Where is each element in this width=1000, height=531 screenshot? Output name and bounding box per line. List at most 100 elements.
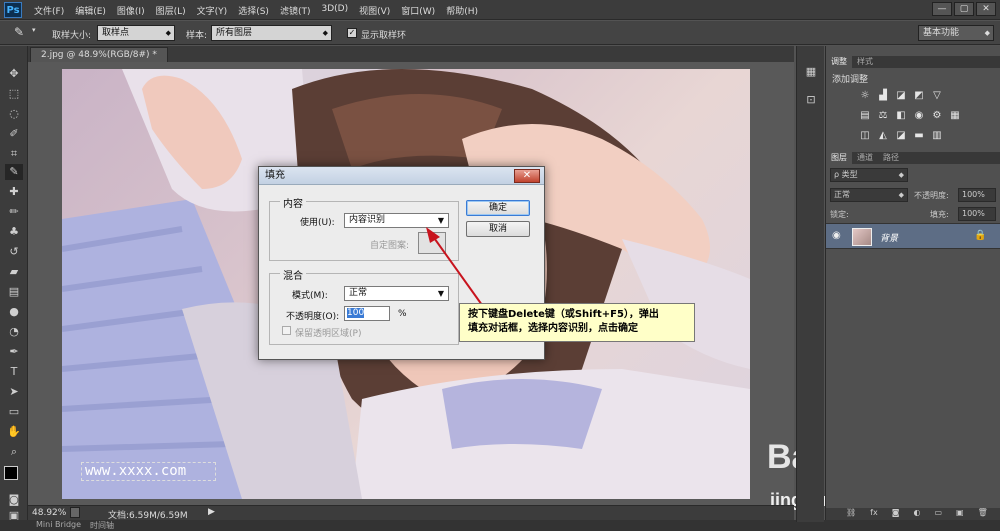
sample-select[interactable]: 所有图层 ◆ [211, 25, 332, 41]
clone-stamp-tool-icon[interactable]: ♣ [5, 224, 23, 240]
curves-icon[interactable]: ◪ [894, 90, 908, 102]
dodge-tool-icon[interactable]: ◔ [5, 324, 23, 340]
tab-paths[interactable]: 路径 [878, 152, 904, 164]
window-controls: — ▢ ✕ [932, 2, 996, 16]
workspace-select[interactable]: 基本功能 ◆ [918, 25, 994, 41]
gradient-map-icon[interactable]: ▥ [930, 130, 944, 142]
new-layer-icon[interactable]: ▣ [956, 508, 964, 520]
type-tool-icon[interactable]: T [5, 364, 23, 380]
tab-timeline[interactable]: 时间轴 [90, 520, 114, 531]
sample-label: 样本: [186, 31, 208, 41]
move-tool-icon[interactable]: ✥ [5, 66, 23, 82]
preserve-transparency-checkbox[interactable] [282, 326, 291, 335]
menu-image[interactable]: 图像(I) [117, 4, 145, 17]
eye-icon[interactable]: ◉ [832, 230, 841, 241]
layer-opacity-input[interactable]: 100% [958, 188, 996, 202]
menu-list: 文件(F) 编辑(E) 图像(I) 图层(L) 文字(Y) 选择(S) 滤镜(T… [34, 4, 478, 17]
menu-filter[interactable]: 滤镜(T) [280, 4, 311, 17]
document-tab-bar: 2.jpg @ 48.9%(RGB/8#) * [28, 46, 794, 62]
channel-mixer-icon[interactable]: ⚙ [930, 110, 944, 122]
healing-brush-tool-icon[interactable]: ✚ [5, 184, 23, 200]
minimize-button[interactable]: — [932, 2, 952, 16]
properties-panel-icon[interactable]: ⊡ [802, 92, 820, 108]
photo-filter-icon[interactable]: ◉ [912, 110, 926, 122]
tool-preset-chevron-icon[interactable]: ▾ [32, 26, 36, 34]
menu-file[interactable]: 文件(F) [34, 4, 64, 17]
posterize-icon[interactable]: ◭ [876, 130, 890, 142]
document-tab[interactable]: 2.jpg @ 48.9%(RGB/8#) * [30, 47, 168, 62]
lasso-tool-icon[interactable]: ◌ [5, 106, 23, 122]
selective-color-icon[interactable]: ▬ [912, 130, 926, 142]
menu-type[interactable]: 文字(Y) [197, 4, 228, 17]
layer-filter-select[interactable]: ρ 类型 ◆ [830, 168, 908, 182]
opacity-label: 不透明度(O): [286, 312, 340, 322]
brightness-icon[interactable]: ☼ [858, 90, 872, 102]
menu-3d[interactable]: 3D(D) [321, 4, 348, 17]
show-ring-checkbox[interactable]: ✓ [347, 28, 357, 38]
tab-layers[interactable]: 图层 [826, 152, 852, 164]
crop-tool-icon[interactable]: ⌗ [5, 146, 23, 162]
tab-adjustments[interactable]: 调整 [826, 56, 852, 68]
eraser-tool-icon[interactable]: ▰ [5, 264, 23, 280]
foreground-color-swatch[interactable] [4, 466, 18, 480]
sample-size-select[interactable]: 取样点 ◆ [97, 25, 175, 41]
menu-select[interactable]: 选择(S) [238, 4, 269, 17]
layer-mask-icon[interactable]: ◙ [892, 508, 900, 520]
eyedropper-icon[interactable]: ✎ [14, 25, 24, 39]
menu-window[interactable]: 窗口(W) [401, 4, 435, 17]
link-layers-icon[interactable]: ⛓ [846, 508, 856, 520]
menu-edit[interactable]: 编辑(E) [75, 4, 106, 17]
status-menu-arrow-icon[interactable]: ▶ [208, 507, 215, 517]
status-info-icon[interactable] [70, 507, 80, 518]
layer-fill-input[interactable]: 100% [958, 207, 996, 221]
exposure-icon[interactable]: ◩ [912, 90, 926, 102]
sample-value: 所有图层 [216, 28, 253, 38]
tab-channels[interactable]: 通道 [852, 152, 878, 164]
blend-mode-select[interactable]: 正常 ◆ [830, 188, 908, 202]
eyedropper-tool-icon[interactable]: ✎ [5, 164, 23, 180]
marquee-tool-icon[interactable]: ⬚ [5, 86, 23, 102]
blur-tool-icon[interactable]: ● [5, 304, 23, 320]
color-balance-icon[interactable]: ⚖ [876, 110, 890, 122]
menu-layer[interactable]: 图层(L) [156, 4, 186, 17]
color-lookup-icon[interactable]: ▦ [948, 110, 962, 122]
vibrance-icon[interactable]: ▽ [930, 90, 944, 102]
black-white-icon[interactable]: ◧ [894, 110, 908, 122]
ok-button[interactable]: 确定 [466, 200, 530, 216]
levels-icon[interactable]: ▟ [876, 90, 890, 102]
adjustment-layer-icon[interactable]: ◐ [913, 508, 920, 520]
layer-row-background[interactable]: ◉ 背景 🔒 [826, 223, 1000, 249]
path-select-tool-icon[interactable]: ➤ [5, 384, 23, 400]
history-brush-tool-icon[interactable]: ↺ [5, 244, 23, 260]
delete-layer-icon[interactable]: 🗑 [978, 508, 988, 520]
group-icon[interactable]: ▭ [934, 508, 942, 520]
brush-tool-icon[interactable]: ✏ [5, 204, 23, 220]
threshold-icon[interactable]: ◪ [894, 130, 908, 142]
pen-tool-icon[interactable]: ✒ [5, 344, 23, 360]
tools-panel: ✥ ⬚ ◌ ✐ ⌗ ✎ ✚ ✏ ♣ ↺ ▰ ▤ ● ◔ ✒ T ➤ ▭ ✋ ⌕ … [0, 46, 28, 522]
menu-view[interactable]: 视图(V) [359, 4, 390, 17]
shape-tool-icon[interactable]: ▭ [5, 404, 23, 420]
invert-icon[interactable]: ◫ [858, 130, 872, 142]
menu-help[interactable]: 帮助(H) [446, 4, 478, 17]
history-panel-icon[interactable]: ▦ [802, 64, 820, 80]
zoom-level[interactable]: 48.92% [32, 508, 66, 518]
collapsed-panel-strip: ▦ ⊡ [796, 46, 824, 522]
hand-tool-icon[interactable]: ✋ [5, 424, 23, 440]
dialog-close-button[interactable]: ✕ [514, 169, 540, 183]
watermark-text: www.xxxx.com [81, 462, 216, 481]
quick-select-tool-icon[interactable]: ✐ [5, 126, 23, 142]
annotation-arrow [426, 227, 483, 306]
tab-styles[interactable]: 样式 [852, 56, 878, 68]
tab-mini-bridge[interactable]: Mini Bridge [36, 520, 81, 529]
opacity-input[interactable]: 100 [344, 306, 390, 321]
layer-style-icon[interactable]: fx [870, 508, 878, 520]
gradient-tool-icon[interactable]: ▤ [5, 284, 23, 300]
hue-saturation-icon[interactable]: ▤ [858, 110, 872, 122]
fill-label: 填充: [930, 210, 949, 219]
quick-mask-icon[interactable]: ◙ [5, 492, 23, 508]
zoom-tool-icon[interactable]: ⌕ [5, 444, 23, 460]
status-bar: 48.92% 文档:6.59M/6.59M ▶ [28, 505, 794, 521]
close-button[interactable]: ✕ [976, 2, 996, 16]
restore-button[interactable]: ▢ [954, 2, 974, 16]
